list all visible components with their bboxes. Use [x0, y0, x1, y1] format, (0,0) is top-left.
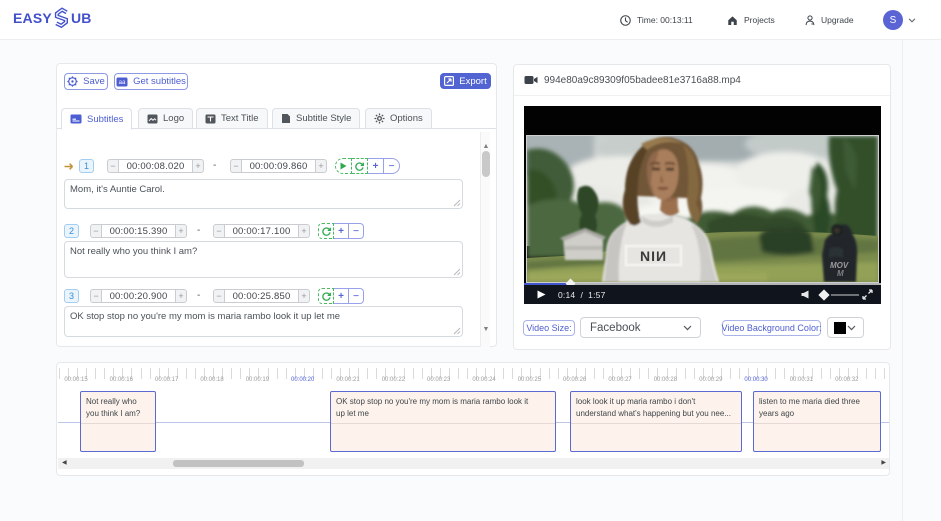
svg-text:NIИ: NIИ — [640, 248, 667, 264]
svg-text:M: M — [837, 269, 844, 278]
svg-text:aa: aa — [119, 80, 126, 86]
